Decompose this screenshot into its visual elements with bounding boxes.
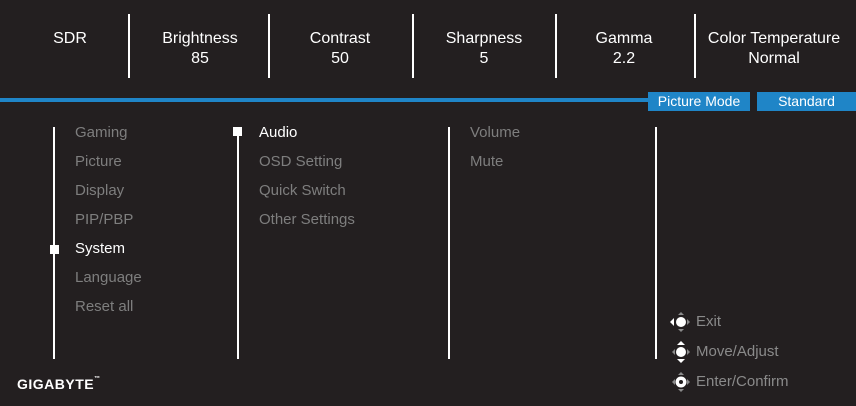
stat-color-temperature-value: Normal — [748, 50, 800, 67]
menu-item-display[interactable]: Display — [75, 182, 124, 200]
menu-item-pip-pbp[interactable]: PIP/PBP — [75, 211, 133, 229]
stat-contrast-label: Contrast — [309, 30, 371, 47]
submenu-item-osd-setting[interactable]: OSD Setting — [259, 153, 342, 171]
hint-enter-confirm-label: Enter/Confirm — [696, 373, 789, 390]
stat-gamma-value: 2.2 — [612, 50, 636, 67]
joystick-left-icon — [670, 312, 690, 332]
brand-name: GIGABYTE — [17, 376, 95, 392]
selection-marker — [50, 245, 59, 254]
menu-item-gaming[interactable]: Gaming — [75, 124, 128, 142]
header-divider — [268, 14, 270, 78]
hint-exit-label: Exit — [696, 313, 722, 330]
stat-contrast: Contrast 50 — [286, 29, 394, 69]
stat-color-temperature: Color Temperature Normal — [704, 29, 844, 69]
stat-color-temperature-label: Color Temperature — [707, 30, 841, 47]
osd-menu: SDR Brightness 85 Contrast 50 Sharpness … — [0, 0, 856, 406]
stat-contrast-value: 50 — [331, 50, 349, 67]
header-divider — [555, 14, 557, 78]
picture-mode-value: Standard — [757, 92, 856, 111]
stat-sharpness: Sharpness 5 — [430, 29, 538, 69]
stat-sdr: SDR — [40, 29, 100, 49]
stat-sdr-label: SDR — [53, 30, 87, 47]
submenu-item-audio[interactable]: Audio — [259, 124, 297, 142]
stat-sharpness-value: 5 — [479, 50, 489, 67]
header-divider — [128, 14, 130, 78]
joystick-up-down-icon — [672, 341, 690, 363]
status-header: SDR Brightness 85 Contrast 50 Sharpness … — [0, 0, 856, 98]
stat-gamma: Gamma 2.2 — [570, 29, 678, 69]
stat-gamma-label: Gamma — [595, 30, 653, 47]
stat-sharpness-label: Sharpness — [445, 30, 523, 47]
trademark-mark: ™ — [94, 376, 101, 382]
menu-item-system[interactable]: System — [75, 240, 125, 258]
stat-brightness-value: 85 — [191, 50, 209, 67]
submenu-item-quick-switch[interactable]: Quick Switch — [259, 182, 346, 200]
column-divider — [53, 127, 55, 359]
header-divider — [412, 14, 414, 78]
hint-move-adjust-label: Move/Adjust — [696, 343, 779, 360]
header-divider — [694, 14, 696, 78]
column-divider — [448, 127, 450, 359]
picture-mode-label: Picture Mode — [648, 92, 750, 111]
gigabyte-logo: GIGABYTE™ — [17, 376, 101, 392]
menu-item-language[interactable]: Language — [75, 269, 142, 287]
detail-item-volume[interactable]: Volume — [470, 124, 520, 142]
menu-item-picture[interactable]: Picture — [75, 153, 122, 171]
joystick-press-icon — [672, 372, 690, 392]
mode-tab-gap — [750, 92, 757, 111]
menu-item-reset-all[interactable]: Reset all — [75, 298, 133, 316]
stat-brightness: Brightness 85 — [146, 29, 254, 69]
detail-item-mute[interactable]: Mute — [470, 153, 503, 171]
selection-marker — [233, 127, 242, 136]
submenu-item-other-settings[interactable]: Other Settings — [259, 211, 355, 229]
column-divider — [237, 127, 239, 359]
stat-brightness-label: Brightness — [162, 30, 238, 47]
column-divider — [655, 127, 657, 359]
